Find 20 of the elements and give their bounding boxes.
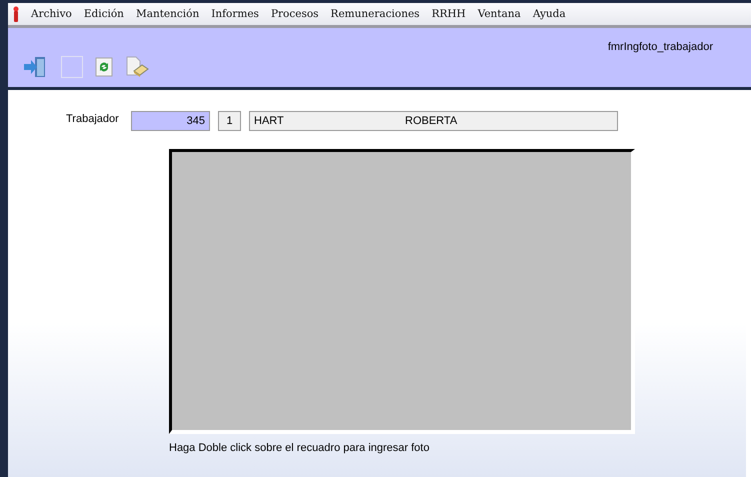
blank-button[interactable] xyxy=(61,56,83,78)
menu-item[interactable]: Remuneraciones xyxy=(324,8,426,20)
photo-frame[interactable] xyxy=(169,149,635,434)
hint-text: Haga Doble click sobre el recuadro para ingresar foto xyxy=(169,442,430,454)
eraser-icon[interactable] xyxy=(125,56,149,78)
code-field[interactable]: 345 xyxy=(131,111,210,131)
form-name: fmrIngfoto_trabajador xyxy=(608,40,714,55)
menu-item[interactable]: Procesos xyxy=(264,8,325,20)
refresh-icon[interactable] xyxy=(95,56,113,76)
menu-item[interactable]: Archivo xyxy=(25,8,78,20)
menu-item[interactable]: Edición xyxy=(78,8,130,20)
menu-item[interactable]: Ventana xyxy=(472,8,527,20)
name-field: HART ROBERTA xyxy=(249,111,618,131)
menu-item[interactable]: Informes xyxy=(205,8,265,20)
menu-item[interactable]: RRHH xyxy=(426,8,472,20)
menu-item[interactable]: Mantención xyxy=(130,8,206,20)
field-label: Trabajador xyxy=(66,112,120,125)
number-field: 1 xyxy=(218,111,241,131)
menu-item[interactable]: Ayuda xyxy=(526,8,572,20)
person-icon xyxy=(13,6,19,22)
